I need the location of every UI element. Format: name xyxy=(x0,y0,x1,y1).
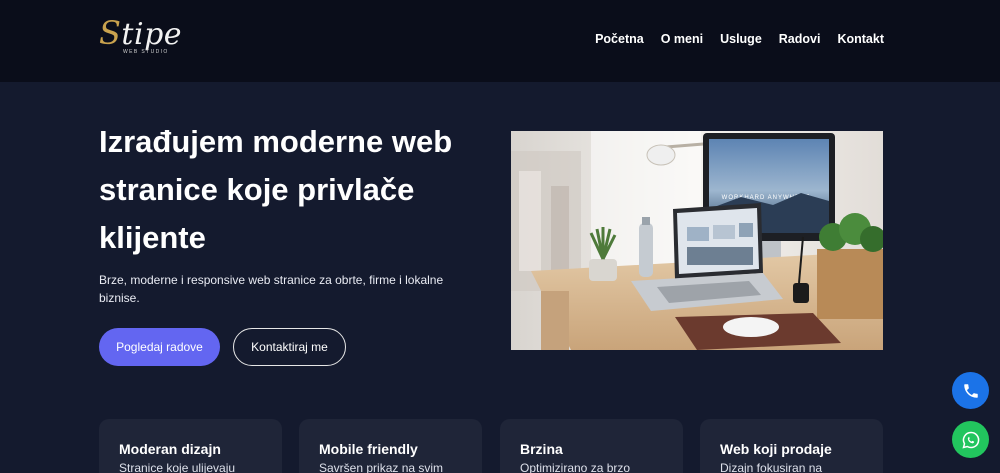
feature-card-mobile: Mobile friendly Savršen prikaz na svim xyxy=(299,419,482,473)
hero-image: WORKHARD ANYWHERE xyxy=(511,131,883,350)
whatsapp-icon xyxy=(961,431,979,449)
hero-subtitle: Brze, moderne i responsive web stranice … xyxy=(99,273,444,305)
feature-text: Stranice koje ulijevaju xyxy=(119,461,236,473)
feature-title: Web koji prodaje xyxy=(720,441,832,457)
nav-item-radovi[interactable]: Radovi xyxy=(779,31,821,47)
feature-text: Optimizirano za brzo xyxy=(520,461,631,473)
contact-button[interactable]: Kontaktiraj me xyxy=(233,328,346,366)
phone-icon xyxy=(963,383,978,398)
logo[interactable]: Stipe WEB STUDIO xyxy=(99,17,183,58)
feature-text: Savršen prikaz na svim xyxy=(319,461,444,473)
feature-text: Dizajn fokusiran na xyxy=(720,461,823,473)
nav-item-kontakt[interactable]: Kontakt xyxy=(837,31,884,47)
feature-card-sales: Web koji prodaje Dizajn fokusiran na xyxy=(700,419,883,473)
hero-title: Izrađujem moderne web stranice koje priv… xyxy=(99,124,453,255)
feature-title: Mobile friendly xyxy=(319,441,418,457)
feature-title: Brzina xyxy=(520,441,563,457)
site-header: Stipe WEB STUDIO Početna O meni Usluge R… xyxy=(0,0,1000,82)
call-button[interactable] xyxy=(952,372,989,409)
workspace-illustration: WORKHARD ANYWHERE xyxy=(511,131,883,350)
feature-card-design: Moderan dizajn Stranice koje ulijevaju xyxy=(99,419,282,473)
nav-item-usluge[interactable]: Usluge xyxy=(720,31,762,47)
logo-initial: S xyxy=(99,14,122,52)
nav-item-o-meni[interactable]: O meni xyxy=(661,31,703,47)
logo-text: Stipe xyxy=(99,17,183,52)
whatsapp-button[interactable] xyxy=(952,421,989,458)
logo-rest: tipe xyxy=(121,17,183,52)
feature-card-speed: Brzina Optimizirano za brzo xyxy=(500,419,683,473)
logo-subtitle: WEB STUDIO xyxy=(123,49,169,55)
feature-title: Moderan dizajn xyxy=(119,441,221,457)
view-work-button[interactable]: Pogledaj radove xyxy=(99,328,220,366)
main-nav: Početna O meni Usluge Radovi Kontakt xyxy=(595,31,884,47)
nav-item-pocetna[interactable]: Početna xyxy=(595,31,644,47)
